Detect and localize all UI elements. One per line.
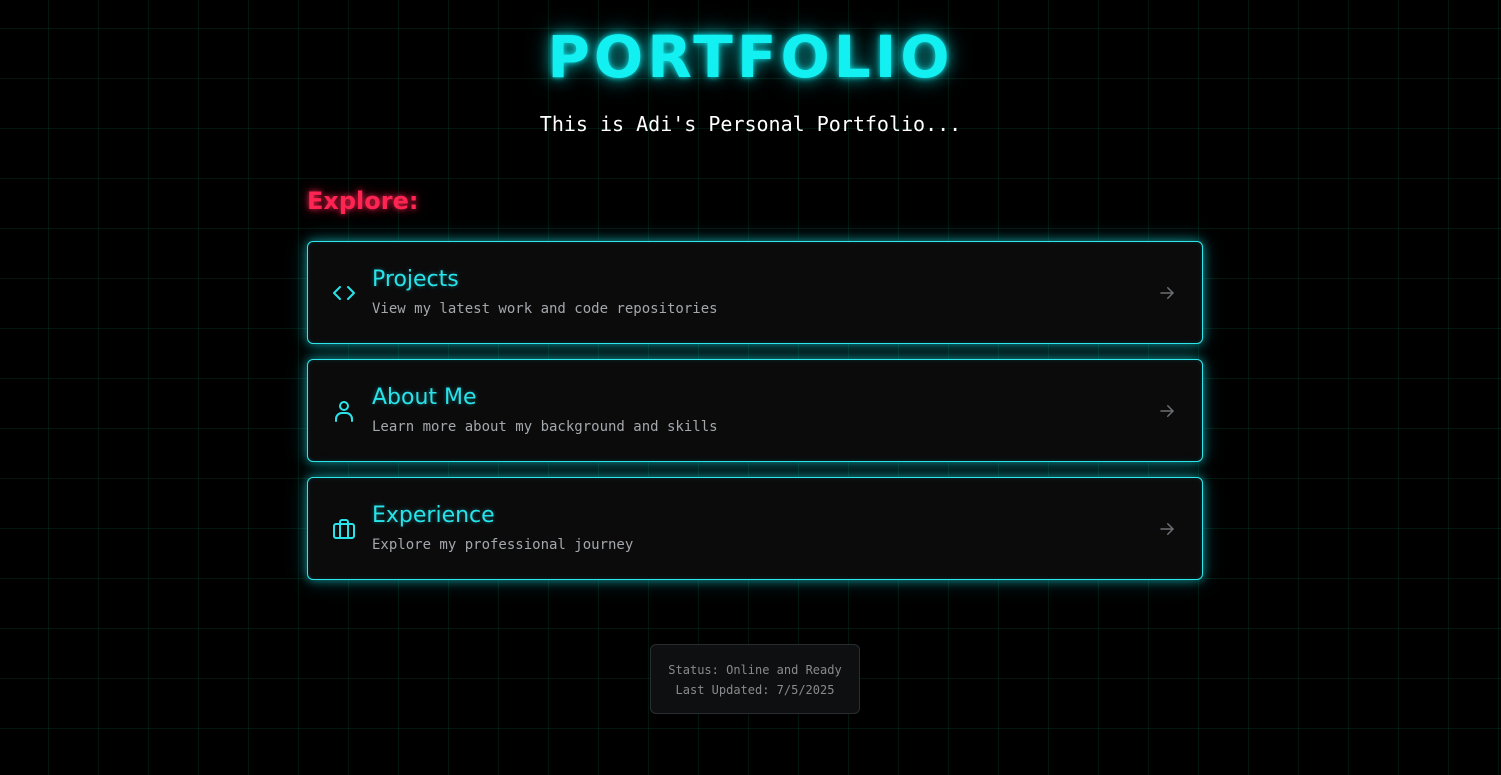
arrow-right-icon <box>1158 284 1176 302</box>
last-updated-text: Last Updated: 7/5/2025 <box>675 683 835 697</box>
nav-card-title: Projects <box>372 267 459 292</box>
nav-card-description: View my latest work and code repositorie… <box>372 301 718 317</box>
arrow-right-icon <box>1158 520 1176 538</box>
nav-card-title: About Me <box>372 385 477 410</box>
status-text: Status: Online and Ready <box>668 663 842 677</box>
nav-card-description: Learn more about my background and skill… <box>372 419 718 435</box>
nav-card-title: Experience <box>372 503 495 528</box>
page-title: PORTFOLIO <box>547 23 954 91</box>
status-panel: Status: Online and Ready Last Updated: 7… <box>650 644 860 714</box>
arrow-right-icon <box>1158 402 1176 420</box>
nav-card-experience[interactable]: Experience Explore my professional journ… <box>307 477 1203 580</box>
nav-card-list: Projects View my latest work and code re… <box>307 241 1203 595</box>
page-subtitle: This is Adi's Personal Portfolio... <box>539 112 962 136</box>
explore-heading: Explore: <box>307 187 419 215</box>
nav-card-about-me[interactable]: About Me Learn more about my background … <box>307 359 1203 462</box>
nav-card-projects[interactable]: Projects View my latest work and code re… <box>307 241 1203 344</box>
nav-card-description: Explore my professional journey <box>372 537 634 553</box>
user-icon <box>332 399 356 423</box>
code-icon <box>332 281 356 305</box>
briefcase-icon <box>332 517 356 541</box>
